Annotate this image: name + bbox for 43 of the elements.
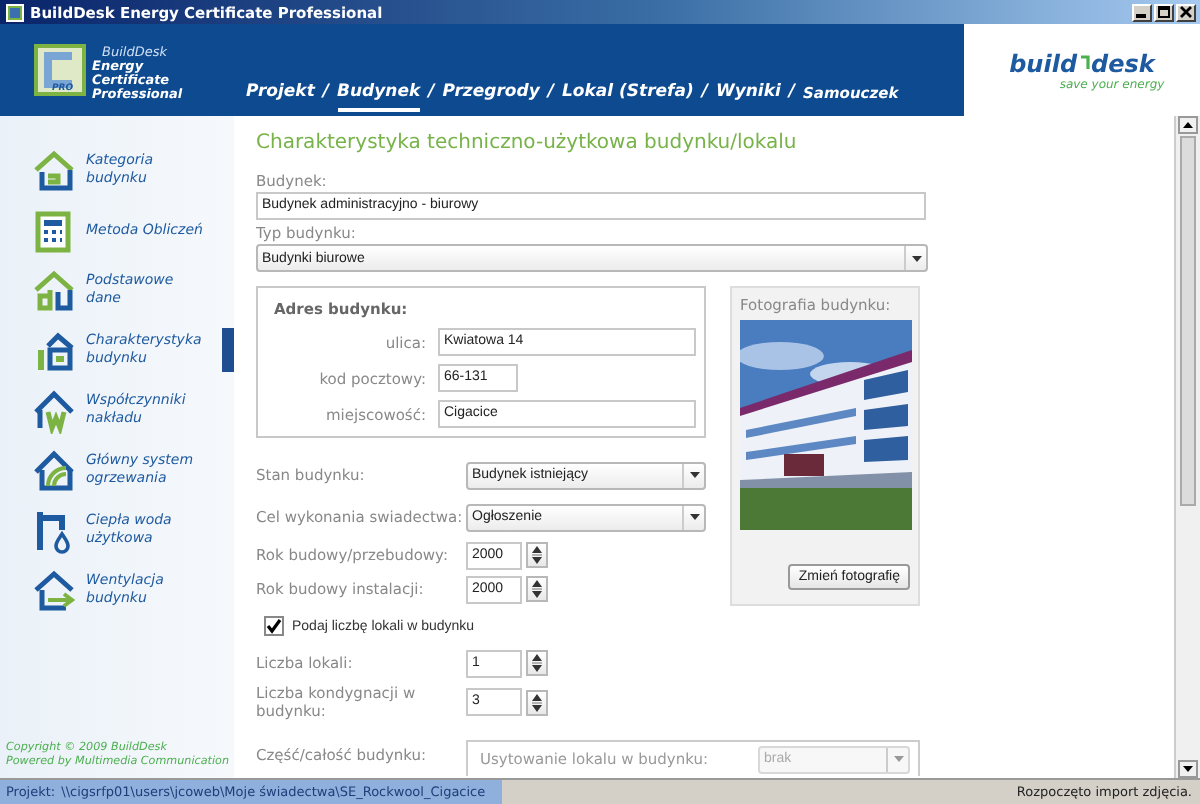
nav-tab[interactable]: Wyniki	[715, 82, 781, 112]
checkbox[interactable]	[264, 616, 284, 636]
house-icon	[30, 446, 78, 494]
up-down-arrows-icon	[532, 654, 542, 672]
spinner-button[interactable]	[526, 689, 548, 715]
nav-tab[interactable]: Projekt	[246, 82, 315, 112]
tab-separator: /	[701, 82, 708, 106]
house-icon	[30, 146, 78, 194]
scroll-thumb[interactable]	[1180, 136, 1196, 506]
tab-separator: /	[788, 82, 796, 106]
house-icon	[30, 266, 78, 314]
house-icon	[30, 386, 78, 434]
dropdown-arrow-icon	[893, 756, 903, 762]
nav-tab[interactable]: Lokal (Strefa)	[561, 82, 694, 112]
brand-mark-icon	[1079, 53, 1090, 69]
brand-word: desk	[1091, 49, 1155, 77]
dropdown-arrow-icon	[911, 255, 921, 261]
close-button[interactable]	[1176, 3, 1196, 21]
logo-drawing	[34, 44, 86, 96]
tab-separator: /	[547, 82, 554, 106]
scroll-up-icon	[1178, 116, 1198, 134]
nav-tab[interactable]: Budynek	[337, 82, 421, 112]
spinner-button[interactable]	[526, 576, 548, 602]
spinner-button[interactable]	[526, 650, 548, 676]
up-down-arrows-icon	[532, 693, 542, 711]
close-icon	[1180, 6, 1192, 18]
spinner-button[interactable]	[526, 542, 548, 568]
checkmark-icon	[266, 618, 282, 634]
page-heading: Charakterystyka techniczno-użytkowa budynku/lokalu	[256, 132, 799, 158]
tab-separator: /	[428, 82, 435, 106]
maximize-button[interactable]	[1154, 3, 1174, 21]
maximize-icon	[1158, 6, 1170, 18]
dropdown-arrow-icon	[689, 514, 699, 520]
dropdown-arrow-icon	[689, 472, 699, 478]
minimize-button[interactable]	[1132, 3, 1152, 21]
nav-tab[interactable]: Przegrody	[442, 82, 540, 112]
tab-separator: /	[322, 82, 330, 106]
up-down-arrows-icon	[532, 580, 542, 598]
app-icon	[6, 3, 24, 21]
house-icon	[30, 566, 78, 614]
brand-word: build	[1009, 49, 1078, 77]
up-down-arrows-icon	[532, 546, 542, 564]
scrollbar[interactable]	[1174, 116, 1200, 778]
